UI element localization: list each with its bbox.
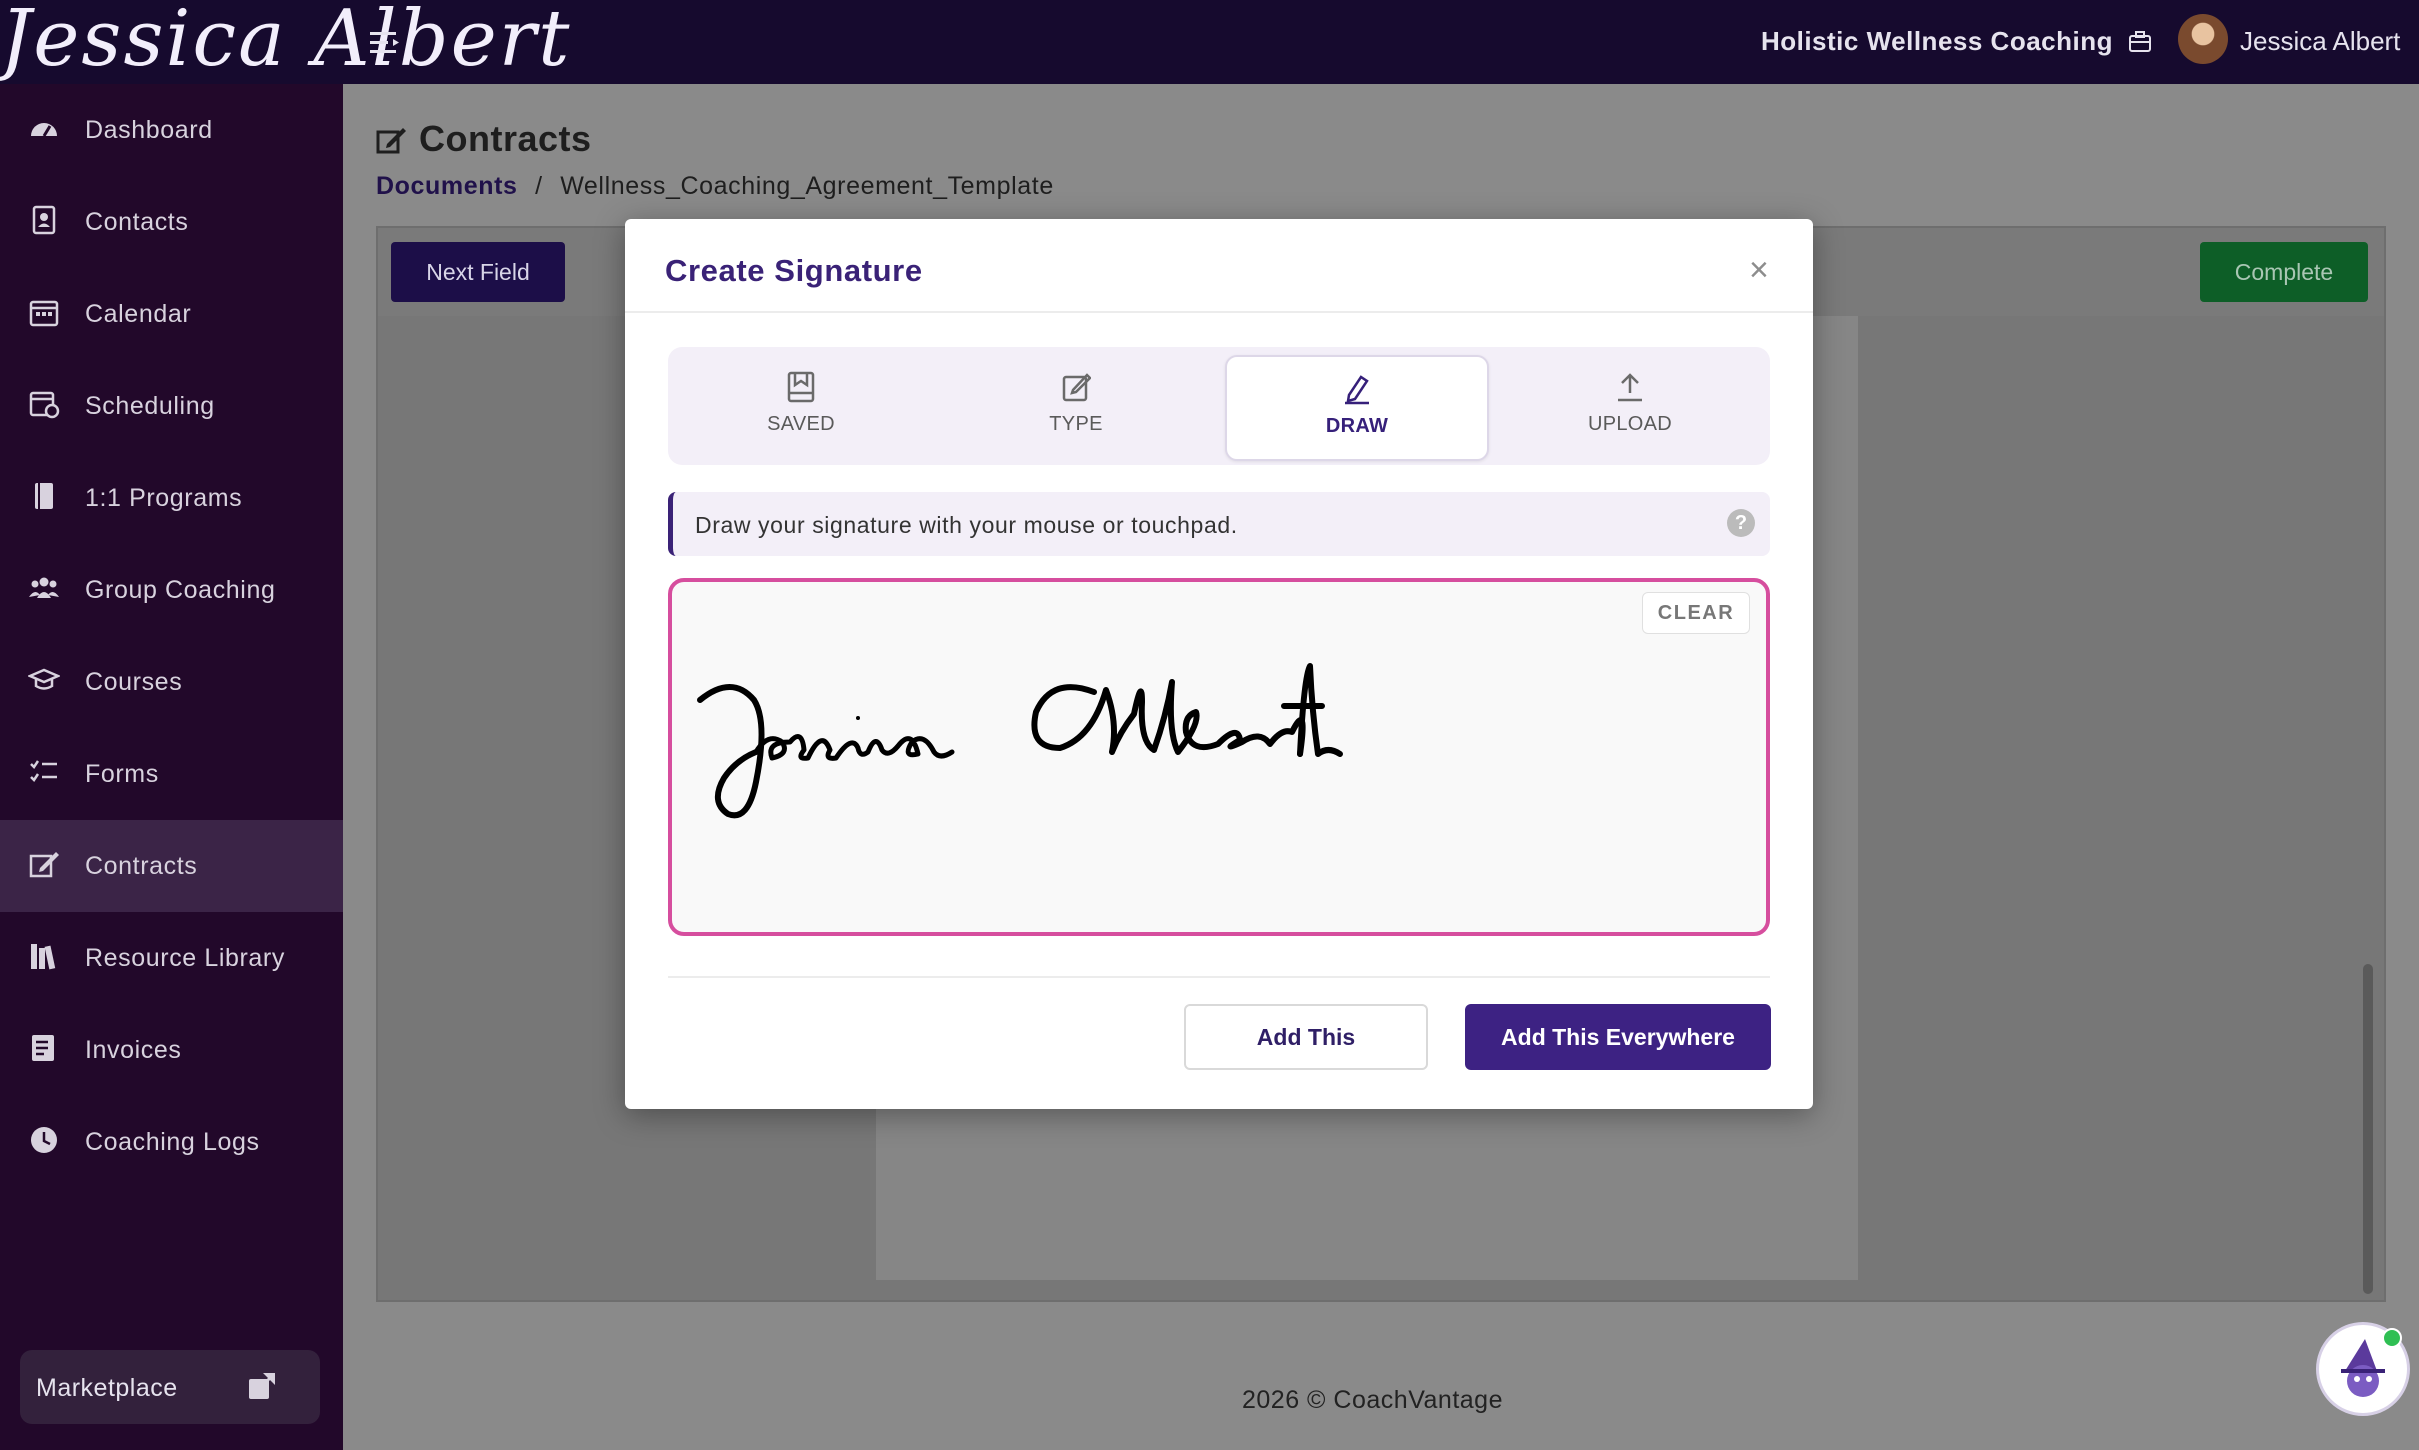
sidebar-item-label: Scheduling: [85, 392, 215, 420]
hint-text: Draw your signature with your mouse or t…: [695, 512, 1238, 538]
breadcrumb-documents-link[interactable]: Documents: [376, 172, 518, 200]
logo[interactable]: Jessica Albert: [0, 0, 571, 84]
sidebar-item-label: Contacts: [85, 208, 189, 236]
dashboard-icon: [31, 123, 57, 137]
tab-label: UPLOAD: [1587, 413, 1673, 435]
add-this-button[interactable]: Add This: [1184, 1004, 1428, 1070]
sidebar-item-group-coaching[interactable]: Group Coaching: [0, 544, 343, 636]
clear-button[interactable]: CLEAR: [1642, 592, 1750, 634]
user-name[interactable]: Jessica Albert: [2240, 26, 2400, 57]
sidebar-item-label: Contracts: [85, 852, 198, 880]
create-signature-modal: Create Signature × SAVED TYPE DRAW UPLOA…: [625, 219, 1813, 1109]
tab-label: DRAW: [1325, 415, 1389, 437]
avatar[interactable]: [2178, 14, 2228, 64]
signature-hint: Draw your signature with your mouse or t…: [668, 492, 1770, 556]
page-title: Contracts: [419, 118, 592, 159]
breadcrumb-separator: /: [535, 172, 543, 200]
signature-canvas[interactable]: CLEAR: [668, 578, 1770, 936]
help-icon[interactable]: ?: [1727, 509, 1755, 537]
external-link-icon: [249, 1373, 275, 1399]
saved-icon: [787, 371, 815, 403]
tab-saved[interactable]: SAVED: [671, 355, 931, 457]
breadcrumb: Documents / Wellness_Coaching_Agreement_…: [376, 172, 1054, 201]
pen-icon: [1345, 375, 1369, 405]
edit-icon: [1062, 373, 1091, 402]
clock-icon: [31, 1127, 57, 1153]
contract-icon: [29, 852, 59, 878]
online-status-dot: [2382, 1328, 2402, 1348]
footer: 2026 © CoachVantage: [1242, 1386, 1503, 1414]
marketplace-button[interactable]: Marketplace: [20, 1350, 320, 1424]
invoice-icon: [32, 1035, 54, 1061]
business-name[interactable]: Holistic Wellness Coaching: [1761, 26, 2113, 57]
group-icon: [29, 577, 59, 598]
signature-tabs: SAVED TYPE DRAW UPLOAD: [668, 347, 1770, 465]
sidebar-item-resource-library[interactable]: Resource Library: [0, 912, 343, 1004]
sidebar-item-scheduling[interactable]: Scheduling: [0, 360, 343, 452]
sidebar-item-label: Courses: [85, 668, 183, 696]
modal-title: Create Signature: [665, 253, 923, 288]
sidebar-item-coaching-logs[interactable]: Coaching Logs: [0, 1096, 343, 1188]
list-icon: [30, 760, 57, 782]
close-icon[interactable]: ×: [1749, 251, 1769, 290]
calendar-icon: [29, 300, 59, 327]
tab-type[interactable]: TYPE: [946, 355, 1206, 457]
sidebar-item-courses[interactable]: Courses: [0, 636, 343, 728]
sidebar-item-programs[interactable]: 1:1 Programs: [0, 452, 343, 544]
sidebar-item-label: Group Coaching: [85, 576, 276, 604]
tab-label: SAVED: [767, 413, 835, 435]
divider: [625, 311, 1813, 313]
upload-icon: [1618, 373, 1642, 402]
document-scrollbar[interactable]: [2363, 964, 2373, 1294]
scheduling-icon: [29, 391, 60, 419]
sidebar-item-calendar[interactable]: Calendar: [0, 268, 343, 360]
library-icon: [31, 944, 56, 970]
contract-icon: [376, 128, 406, 154]
sidebar-item-label: Coaching Logs: [85, 1128, 260, 1156]
sidebar-item-label: Dashboard: [85, 116, 213, 144]
sidebar-item-label: Calendar: [85, 300, 192, 328]
sidebar-item-forms[interactable]: Forms: [0, 728, 343, 820]
tab-draw[interactable]: DRAW: [1225, 355, 1489, 461]
marketplace-label: Marketplace: [36, 1374, 178, 1402]
complete-button[interactable]: Complete: [2200, 242, 2368, 302]
breadcrumb-current: Wellness_Coaching_Agreement_Template: [560, 172, 1054, 200]
sidebar-item-invoices[interactable]: Invoices: [0, 1004, 343, 1096]
sidebar-item-contracts[interactable]: Contracts: [0, 820, 343, 912]
sidebar-item-label: Forms: [85, 760, 159, 788]
sidebar-item-label: 1:1 Programs: [85, 484, 243, 512]
briefcase-icon[interactable]: [2127, 29, 2153, 55]
tab-upload[interactable]: UPLOAD: [1500, 355, 1760, 457]
menu-toggle-icon[interactable]: [368, 26, 402, 60]
sidebar: Dashboard Contacts Calendar Scheduling 1…: [0, 84, 343, 1450]
add-this-everywhere-button[interactable]: Add This Everywhere: [1465, 1004, 1771, 1070]
divider: [668, 976, 1770, 978]
drawn-signature: [697, 663, 1343, 819]
sidebar-item-contacts[interactable]: Contacts: [0, 176, 343, 268]
top-bar: Jessica Albert Holistic Wellness Coachin…: [0, 0, 2419, 84]
tab-label: TYPE: [1049, 413, 1103, 435]
sidebar-item-dashboard[interactable]: Dashboard: [0, 84, 343, 176]
book-icon: [35, 483, 53, 509]
sidebar-item-label: Resource Library: [85, 944, 285, 972]
next-field-button[interactable]: Next Field: [391, 242, 565, 302]
sidebar-item-label: Invoices: [85, 1036, 182, 1064]
contacts-icon: [32, 205, 56, 235]
graduation-cap-icon: [28, 668, 60, 690]
